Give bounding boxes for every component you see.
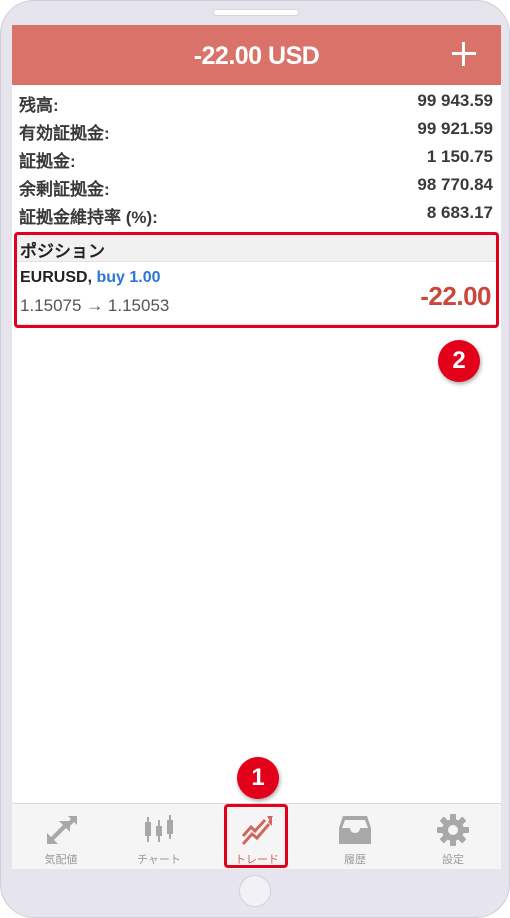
inbox-history-icon xyxy=(339,816,371,844)
quotes-arrows-icon xyxy=(47,816,77,844)
candlestick-icon xyxy=(145,815,173,842)
tab-label: 設定 xyxy=(442,854,464,866)
summary-row-free-margin: 余剰証拠金: 98 770.84 xyxy=(12,171,501,199)
home-button[interactable] xyxy=(239,875,271,907)
summary-label: 有効証拠金: xyxy=(19,124,110,143)
summary-row-margin: 証拠金: 1 150.75 xyxy=(12,143,501,171)
plus-icon[interactable] xyxy=(452,42,476,66)
tab-label: チャート xyxy=(137,854,181,866)
summary-label: 証拠金維持率 (%): xyxy=(19,208,158,227)
summary-label: 余剰証拠金: xyxy=(19,180,110,199)
tab-label: 履歴 xyxy=(344,854,366,866)
annotation-box-trade-tab xyxy=(224,804,288,868)
tab-label: 気配値 xyxy=(44,854,78,866)
account-summary: 残高: 99 943.59 有効証拠金: 99 921.59 証拠金: 1 15… xyxy=(12,87,501,227)
annotation-box-positions xyxy=(14,232,499,328)
summary-row-equity: 有効証拠金: 99 921.59 xyxy=(12,115,501,143)
annotation-badge-2: 2 xyxy=(438,340,480,382)
phone-speaker xyxy=(213,9,299,16)
annotation-badge-1: 1 xyxy=(237,757,279,799)
header-total-profit: -22.00 USD xyxy=(193,42,320,70)
summary-value: 99 943.59 xyxy=(417,91,493,110)
tab-settings[interactable]: 設定 xyxy=(404,804,501,869)
summary-value: 8 683.17 xyxy=(426,203,493,222)
tab-history[interactable]: 履歴 xyxy=(306,804,404,869)
summary-row-balance: 残高: 99 943.59 xyxy=(12,87,501,115)
summary-value: 99 921.59 xyxy=(417,119,493,138)
summary-value: 98 770.84 xyxy=(417,175,493,194)
gear-icon xyxy=(437,814,469,846)
tab-quotes[interactable]: 気配値 xyxy=(12,804,110,869)
app-screen: -22.00 USD 残高: 99 943.59 有効証拠金: 99 921.5… xyxy=(12,25,501,869)
summary-value: 1 150.75 xyxy=(426,147,493,166)
header-bar: -22.00 USD xyxy=(12,25,501,85)
tab-chart[interactable]: チャート xyxy=(110,804,208,869)
phone-frame: -22.00 USD 残高: 99 943.59 有効証拠金: 99 921.5… xyxy=(0,0,510,918)
summary-label: 証拠金: xyxy=(19,152,76,171)
summary-label: 残高: xyxy=(19,96,59,115)
summary-row-margin-level: 証拠金維持率 (%): 8 683.17 xyxy=(12,199,501,227)
